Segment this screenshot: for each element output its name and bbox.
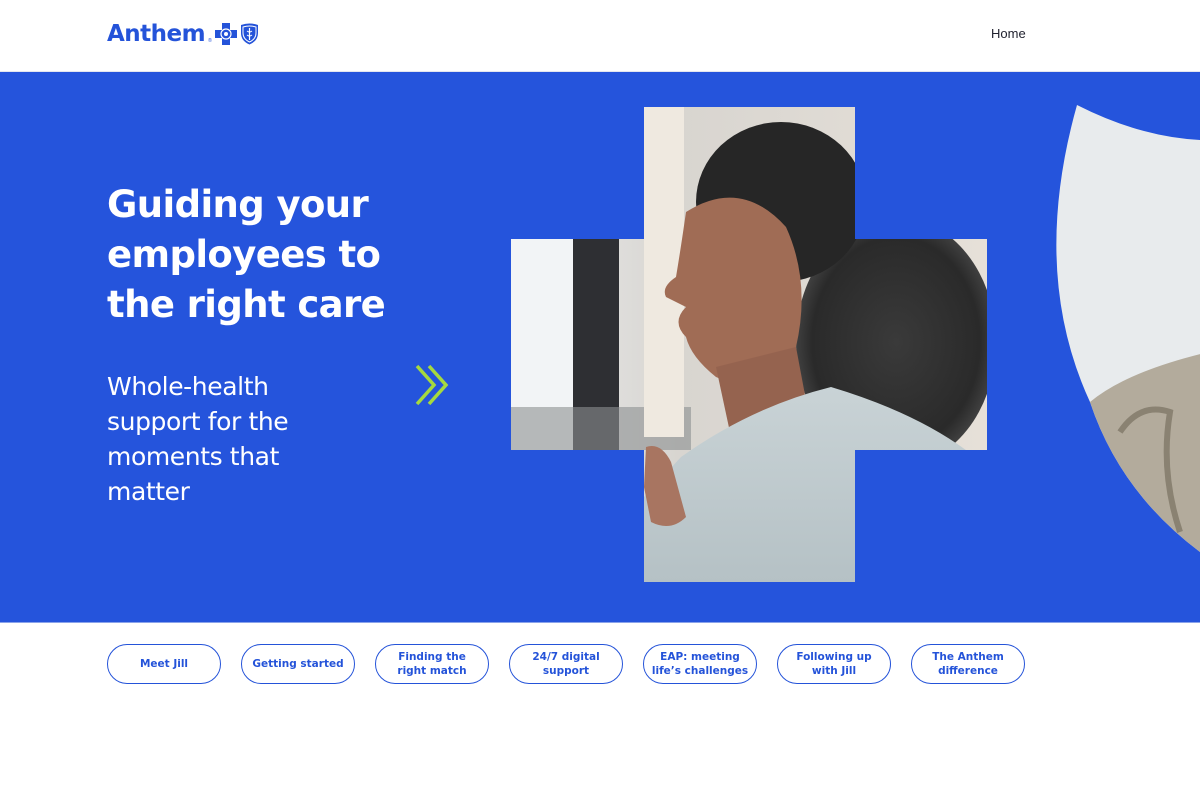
site-header: Anthem ® Home bbox=[0, 0, 1200, 72]
blue-shield-icon bbox=[240, 23, 258, 45]
hero-cross-photo bbox=[511, 107, 987, 582]
logo-wordmark: Anthem bbox=[107, 21, 206, 47]
double-chevron-right-icon[interactable] bbox=[414, 363, 452, 407]
chip-meet-jill[interactable]: Meet Jill bbox=[107, 644, 221, 684]
nav-home-link[interactable]: Home bbox=[991, 26, 1026, 41]
anthem-logo[interactable]: Anthem ® bbox=[107, 20, 259, 48]
chip-finding-the-right-match[interactable]: Finding the right match bbox=[375, 644, 489, 684]
chip-anthem-difference[interactable]: The Anthem difference bbox=[911, 644, 1025, 684]
blue-cross-icon bbox=[214, 23, 237, 45]
chip-following-up[interactable]: Following up with Jill bbox=[777, 644, 891, 684]
chip-getting-started[interactable]: Getting started bbox=[241, 644, 355, 684]
chip-eap[interactable]: EAP: meeting life’s challenges bbox=[643, 644, 757, 684]
hero-banner: Guiding your employees to the right care… bbox=[0, 72, 1200, 623]
logo-trademark: ® bbox=[208, 38, 212, 44]
hero-title: Guiding your employees to the right care bbox=[107, 183, 386, 326]
side-curved-photo bbox=[1056, 105, 1200, 622]
section-chip-nav: Meet Jill Getting started Finding the ri… bbox=[107, 644, 1025, 684]
chip-digital-support[interactable]: 24/7 digital support bbox=[509, 644, 623, 684]
hero-subtitle: Whole-health support for the moments tha… bbox=[107, 372, 289, 506]
